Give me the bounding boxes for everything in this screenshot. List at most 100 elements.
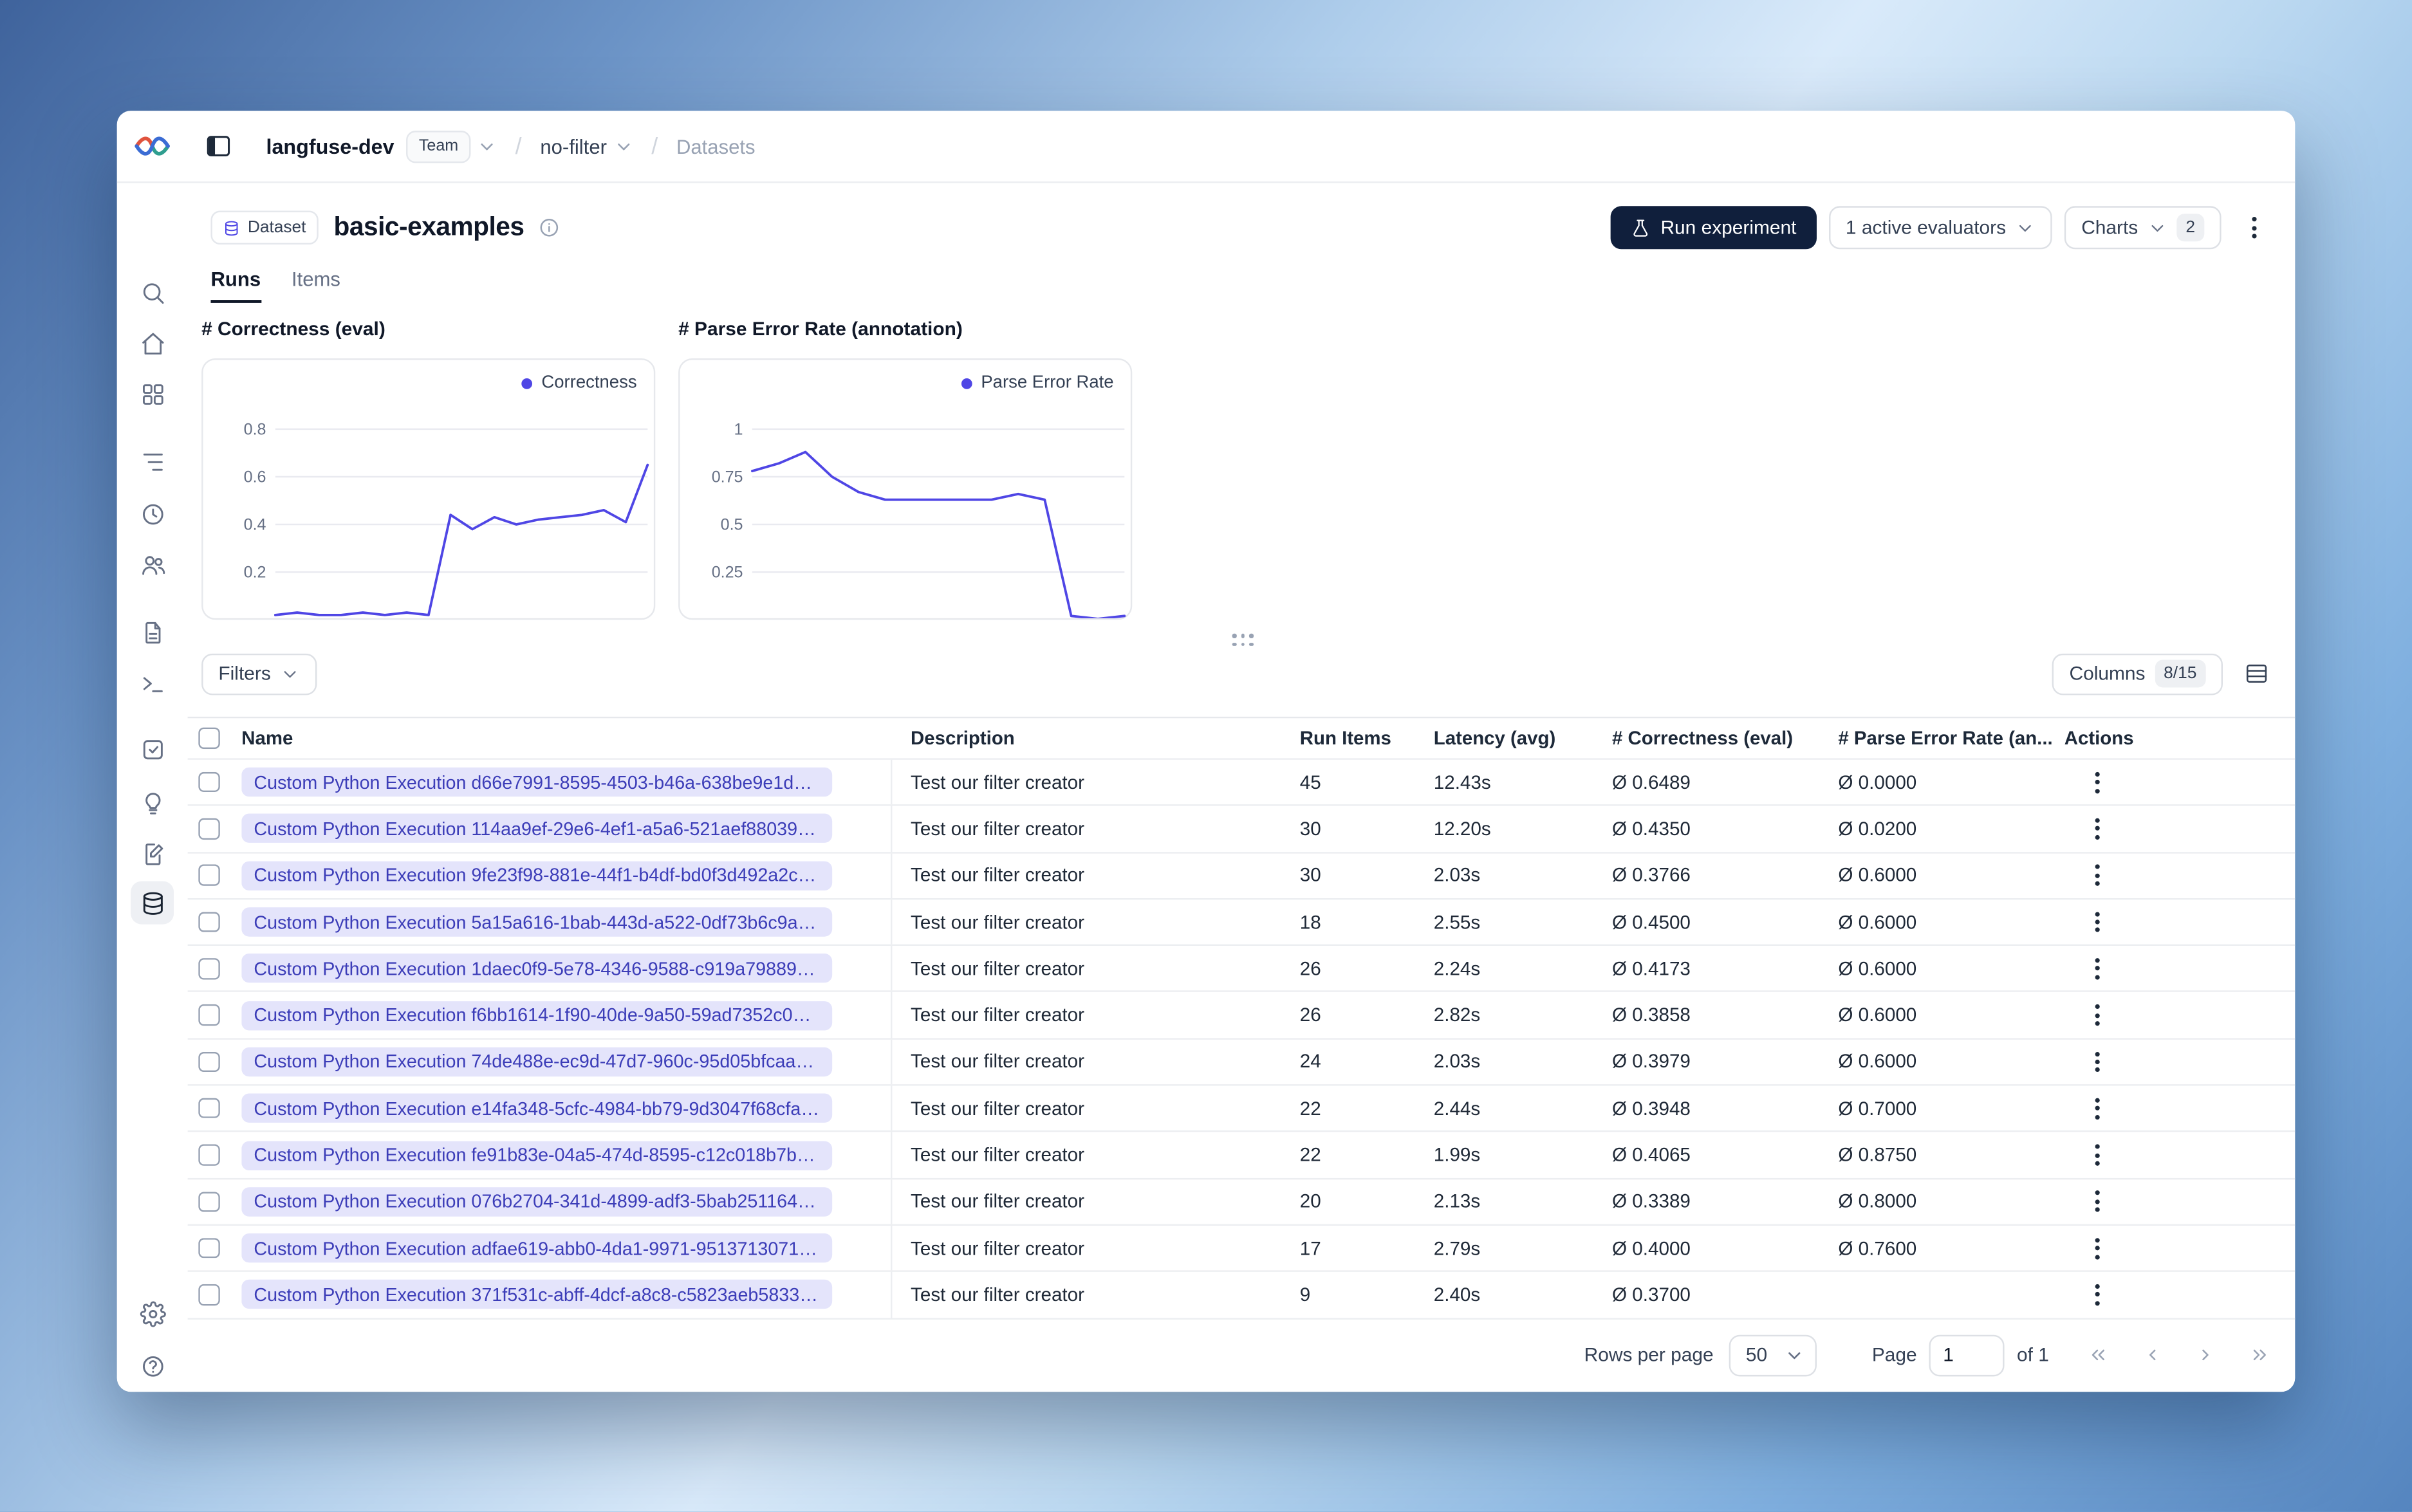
home-icon[interactable] (131, 322, 174, 365)
chevron-down-icon (284, 670, 296, 678)
scores-icon[interactable] (131, 781, 174, 824)
breadcrumb-project[interactable]: langfuse-dev (266, 134, 394, 158)
columns-button[interactable]: Columns 8/15 (2052, 652, 2223, 695)
row-checkbox[interactable] (198, 818, 219, 840)
last-page-button[interactable] (2238, 1334, 2280, 1376)
runs-table: Name Description Run Items Latency (avg)… (187, 716, 2296, 1319)
rows-per-page-select[interactable]: 50 (1729, 1334, 1817, 1376)
datasets-icon[interactable] (131, 881, 174, 925)
table-row: Custom Python Execution 9fe23f98-881e-44… (187, 853, 2296, 900)
latency-value: 1.99s (1433, 1144, 1481, 1166)
run-description: Test our filter creator (911, 911, 1085, 933)
sidebar-toggle-icon[interactable] (205, 133, 232, 160)
filters-button[interactable]: Filters (201, 652, 317, 695)
y-axis-tick-label: 0.2 (244, 564, 266, 582)
run-name-link[interactable]: Custom Python Execution 076b2704-341d-48… (241, 1186, 833, 1217)
page-number-input[interactable] (1929, 1334, 2005, 1376)
run-items-value: 45 (1299, 771, 1321, 793)
dashboards-icon[interactable] (131, 372, 174, 415)
run-name-link[interactable]: Custom Python Execution 114aa9ef-29e6-4e… (241, 814, 833, 844)
run-name-link[interactable]: Custom Python Execution adfae619-abb0-4d… (241, 1233, 833, 1263)
resize-drag-handle[interactable] (1227, 629, 1258, 652)
run-description: Test our filter creator (911, 818, 1085, 840)
row-checkbox[interactable] (198, 1145, 219, 1166)
prompts-icon[interactable] (131, 611, 174, 654)
evaluators-dropdown[interactable]: 1 active evaluators (1828, 206, 2052, 250)
search-icon[interactable] (131, 271, 174, 314)
evaluation-icon[interactable] (131, 728, 174, 771)
row-checkbox[interactable] (198, 1237, 219, 1259)
row-actions-button[interactable] (2078, 997, 2115, 1033)
row-checkbox[interactable] (198, 1284, 219, 1305)
breadcrumb-section[interactable]: Datasets (676, 134, 756, 158)
row-actions-button[interactable] (2078, 1183, 2115, 1220)
legend-dot (961, 377, 972, 389)
more-options-button[interactable] (2234, 206, 2274, 249)
first-page-button[interactable] (2077, 1334, 2119, 1376)
row-actions-button[interactable] (2078, 1090, 2115, 1127)
dataset-type-badge: Dataset (210, 210, 319, 245)
run-name-link[interactable]: Custom Python Execution f6bb1614-1f90-40… (241, 1000, 833, 1030)
charts-dropdown[interactable]: Charts 2 (2064, 206, 2222, 250)
run-experiment-button[interactable]: Run experiment (1610, 206, 1817, 250)
run-items-value: 18 (1299, 911, 1321, 933)
row-checkbox[interactable] (198, 958, 219, 979)
row-actions-button[interactable] (2078, 811, 2115, 847)
chart-legend: Parse Error Rate (961, 374, 1114, 392)
run-name-link[interactable]: Custom Python Execution 9fe23f98-881e-44… (241, 860, 833, 890)
row-actions-button[interactable] (2078, 857, 2115, 894)
page-total-label: of 1 (2017, 1344, 2049, 1366)
run-name-link[interactable]: Custom Python Execution 5a15a616-1bab-44… (241, 907, 833, 937)
run-name-link[interactable]: Custom Python Execution 1daec0f9-5e78-43… (241, 954, 833, 984)
annotation-icon[interactable] (131, 832, 174, 875)
columns-count-badge: 8/15 (2154, 659, 2206, 688)
info-icon[interactable] (538, 217, 559, 238)
run-items-value: 26 (1299, 1004, 1321, 1026)
tab-runs[interactable]: Runs (210, 268, 261, 303)
tabs: Runs Items (210, 268, 340, 303)
row-checkbox[interactable] (198, 1191, 219, 1212)
row-actions-button[interactable] (2078, 950, 2115, 987)
settings-icon[interactable] (131, 1292, 174, 1335)
row-checkbox[interactable] (198, 1051, 219, 1073)
run-name-link[interactable]: Custom Python Execution 371f531c-abff-4d… (241, 1280, 833, 1310)
run-name-link[interactable]: Custom Python Execution d66e7991-8595-45… (241, 768, 833, 797)
sessions-icon[interactable] (131, 492, 174, 535)
table-row: Custom Python Execution 371f531c-abff-4d… (187, 1272, 2296, 1319)
row-actions-button[interactable] (2078, 1277, 2115, 1313)
chevron-down-icon[interactable] (477, 136, 497, 156)
latency-value: 2.24s (1433, 957, 1481, 980)
row-actions-button[interactable] (2078, 764, 2115, 800)
tracing-icon[interactable] (131, 440, 174, 483)
run-name-link[interactable]: Custom Python Execution fe91b83e-04a5-47… (241, 1140, 833, 1170)
breadcrumb-environment[interactable]: no-filter (540, 134, 607, 158)
users-icon[interactable] (131, 543, 174, 586)
row-actions-button[interactable] (2078, 903, 2115, 940)
chevron-down-icon[interactable] (613, 136, 633, 156)
row-actions-button[interactable] (2078, 1136, 2115, 1173)
run-items-value: 22 (1299, 1144, 1321, 1166)
run-name-link[interactable]: Custom Python Execution e14fa348-5cfc-49… (241, 1094, 833, 1123)
next-page-button[interactable] (2184, 1334, 2226, 1376)
previous-page-button[interactable] (2131, 1334, 2173, 1376)
row-checkbox[interactable] (198, 865, 219, 886)
row-checkbox[interactable] (198, 1098, 219, 1119)
row-actions-button[interactable] (2078, 1230, 2115, 1266)
table-view-icon[interactable] (2235, 652, 2278, 695)
support-icon[interactable] (131, 1344, 174, 1387)
run-description: Test our filter creator (911, 1190, 1085, 1213)
playground-icon[interactable] (131, 661, 174, 705)
row-checkbox[interactable] (198, 1004, 219, 1026)
select-all-checkbox[interactable] (198, 728, 219, 749)
flask-icon (1633, 219, 1647, 236)
chevron-down-icon (2019, 224, 2031, 231)
row-actions-button[interactable] (2078, 1044, 2115, 1080)
table-row: Custom Python Execution 5a15a616-1bab-44… (187, 899, 2296, 946)
run-name-link[interactable]: Custom Python Execution 74de488e-ec9d-47… (241, 1047, 833, 1077)
run-description: Test our filter creator (911, 1004, 1085, 1026)
y-axis-tick-label: 0.5 (721, 515, 743, 533)
row-checkbox[interactable] (198, 771, 219, 793)
tab-items[interactable]: Items (292, 268, 340, 303)
row-checkbox[interactable] (198, 911, 219, 933)
top-navigation-bar: langfuse-dev Team / no-filter / Datasets (116, 111, 2296, 183)
